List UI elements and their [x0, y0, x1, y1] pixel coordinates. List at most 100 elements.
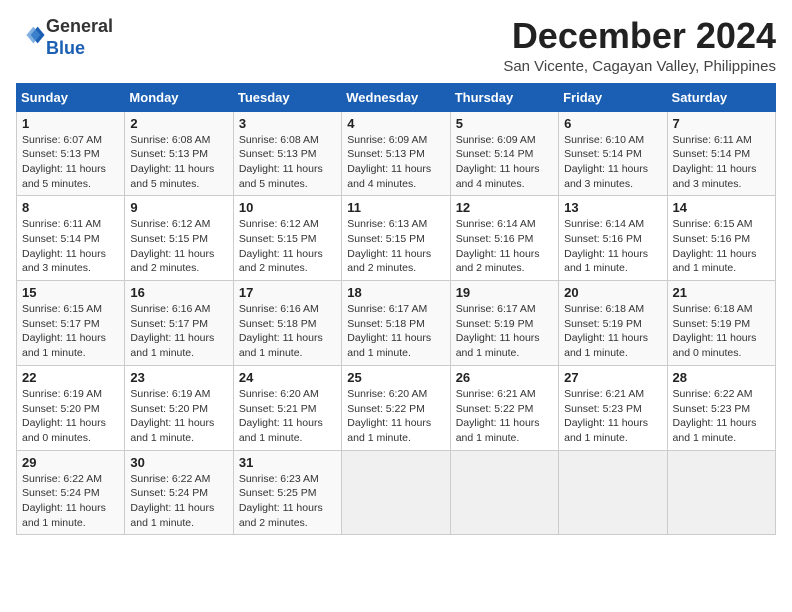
calendar-day-cell: 23 Sunrise: 6:19 AMSunset: 5:20 PMDayligh… [125, 365, 233, 450]
day-info: Sunrise: 6:16 AMSunset: 5:17 PMDaylight:… [130, 302, 227, 361]
day-number: 22 [22, 370, 119, 385]
day-number: 14 [673, 200, 770, 215]
day-info: Sunrise: 6:15 AMSunset: 5:16 PMDaylight:… [673, 217, 770, 276]
calendar-day-cell: 24 Sunrise: 6:20 AMSunset: 5:21 PMDayligh… [233, 365, 341, 450]
calendar-header-cell: Friday [559, 83, 667, 111]
day-info: Sunrise: 6:20 AMSunset: 5:22 PMDaylight:… [347, 387, 444, 446]
day-info: Sunrise: 6:22 AMSunset: 5:24 PMDaylight:… [22, 472, 119, 531]
calendar-day-cell: 29 Sunrise: 6:22 AMSunset: 5:24 PMDayligh… [17, 450, 125, 535]
calendar-day-cell: 28Sunrise: 6:22 AMSunset: 5:23 PMDayligh… [667, 365, 775, 450]
calendar-day-cell: 26 Sunrise: 6:21 AMSunset: 5:22 PMDayligh… [450, 365, 558, 450]
calendar-header-cell: Wednesday [342, 83, 450, 111]
day-info: Sunrise: 6:14 AMSunset: 5:16 PMDaylight:… [456, 217, 553, 276]
calendar-day-cell: 17 Sunrise: 6:16 AMSunset: 5:18 PMDayligh… [233, 281, 341, 366]
calendar-day-cell: 1Sunrise: 6:07 AMSunset: 5:13 PMDaylight… [17, 111, 125, 196]
day-info: Sunrise: 6:12 AMSunset: 5:15 PMDaylight:… [239, 217, 336, 276]
day-info: Sunrise: 6:08 AMSunset: 5:13 PMDaylight:… [130, 133, 227, 192]
calendar-day-cell: 22 Sunrise: 6:19 AMSunset: 5:20 PMDayligh… [17, 365, 125, 450]
calendar-header-row: SundayMondayTuesdayWednesdayThursdayFrid… [17, 83, 776, 111]
calendar-day-cell: 18 Sunrise: 6:17 AMSunset: 5:18 PMDayligh… [342, 281, 450, 366]
day-number: 25 [347, 370, 444, 385]
day-number: 4 [347, 116, 444, 131]
day-number: 28 [673, 370, 770, 385]
calendar-day-cell: 30 Sunrise: 6:22 AMSunset: 5:24 PMDayligh… [125, 450, 233, 535]
page-header: General Blue December 2024 San Vicente, … [16, 16, 776, 75]
day-info: Sunrise: 6:16 AMSunset: 5:18 PMDaylight:… [239, 302, 336, 361]
day-number: 24 [239, 370, 336, 385]
day-info: Sunrise: 6:17 AMSunset: 5:18 PMDaylight:… [347, 302, 444, 361]
calendar-week-row: 8Sunrise: 6:11 AMSunset: 5:14 PMDaylight… [17, 196, 776, 281]
day-info: Sunrise: 6:19 AMSunset: 5:20 PMDaylight:… [22, 387, 119, 446]
day-number: 23 [130, 370, 227, 385]
calendar-week-row: 22 Sunrise: 6:19 AMSunset: 5:20 PMDayligh… [17, 365, 776, 450]
month-title: December 2024 [503, 16, 776, 56]
calendar-day-cell: 12 Sunrise: 6:14 AMSunset: 5:16 PMDayligh… [450, 196, 558, 281]
calendar-week-row: 1Sunrise: 6:07 AMSunset: 5:13 PMDaylight… [17, 111, 776, 196]
calendar-day-cell [450, 450, 558, 535]
day-info: Sunrise: 6:18 AMSunset: 5:19 PMDaylight:… [673, 302, 770, 361]
logo-text: General Blue [46, 16, 113, 59]
title-block: December 2024 San Vicente, Cagayan Valle… [503, 16, 776, 75]
calendar-day-cell: 11 Sunrise: 6:13 AMSunset: 5:15 PMDayligh… [342, 196, 450, 281]
day-number: 17 [239, 285, 336, 300]
day-number: 31 [239, 455, 336, 470]
calendar-day-cell [342, 450, 450, 535]
calendar-day-cell: 8Sunrise: 6:11 AMSunset: 5:14 PMDaylight… [17, 196, 125, 281]
day-number: 8 [22, 200, 119, 215]
day-number: 18 [347, 285, 444, 300]
calendar-day-cell: 15Sunrise: 6:15 AMSunset: 5:17 PMDayligh… [17, 281, 125, 366]
day-info: Sunrise: 6:07 AMSunset: 5:13 PMDaylight:… [22, 133, 119, 192]
calendar-header-cell: Tuesday [233, 83, 341, 111]
day-number: 29 [22, 455, 119, 470]
calendar-header-cell: Thursday [450, 83, 558, 111]
calendar-table: SundayMondayTuesdayWednesdayThursdayFrid… [16, 83, 776, 536]
day-number: 12 [456, 200, 553, 215]
day-number: 10 [239, 200, 336, 215]
day-number: 9 [130, 200, 227, 215]
day-info: Sunrise: 6:17 AMSunset: 5:19 PMDaylight:… [456, 302, 553, 361]
calendar-day-cell: 14 Sunrise: 6:15 AMSunset: 5:16 PMDayligh… [667, 196, 775, 281]
day-info: Sunrise: 6:12 AMSunset: 5:15 PMDaylight:… [130, 217, 227, 276]
calendar-header-cell: Sunday [17, 83, 125, 111]
day-info: Sunrise: 6:09 AMSunset: 5:13 PMDaylight:… [347, 133, 444, 192]
day-info: Sunrise: 6:13 AMSunset: 5:15 PMDaylight:… [347, 217, 444, 276]
calendar-day-cell: 21 Sunrise: 6:18 AMSunset: 5:19 PMDayligh… [667, 281, 775, 366]
day-number: 27 [564, 370, 661, 385]
calendar-day-cell: 3Sunrise: 6:08 AMSunset: 5:13 PMDaylight… [233, 111, 341, 196]
calendar-header-cell: Saturday [667, 83, 775, 111]
day-info: Sunrise: 6:10 AMSunset: 5:14 PMDaylight:… [564, 133, 661, 192]
calendar-day-cell: 16Sunrise: 6:16 AMSunset: 5:17 PMDayligh… [125, 281, 233, 366]
day-info: Sunrise: 6:08 AMSunset: 5:13 PMDaylight:… [239, 133, 336, 192]
calendar-day-cell: 31Sunrise: 6:23 AMSunset: 5:25 PMDayligh… [233, 450, 341, 535]
calendar-day-cell: 5 Sunrise: 6:09 AMSunset: 5:14 PMDaylight… [450, 111, 558, 196]
day-number: 6 [564, 116, 661, 131]
calendar-header-cell: Monday [125, 83, 233, 111]
day-info: Sunrise: 6:19 AMSunset: 5:20 PMDaylight:… [130, 387, 227, 446]
day-number: 21 [673, 285, 770, 300]
day-number: 5 [456, 116, 553, 131]
day-info: Sunrise: 6:18 AMSunset: 5:19 PMDaylight:… [564, 302, 661, 361]
calendar-day-cell [559, 450, 667, 535]
day-info: Sunrise: 6:21 AMSunset: 5:22 PMDaylight:… [456, 387, 553, 446]
calendar-day-cell [667, 450, 775, 535]
logo-blue: Blue [46, 38, 113, 60]
day-number: 30 [130, 455, 227, 470]
day-info: Sunrise: 6:14 AMSunset: 5:16 PMDaylight:… [564, 217, 661, 276]
day-info: Sunrise: 6:11 AMSunset: 5:14 PMDaylight:… [673, 133, 770, 192]
day-number: 26 [456, 370, 553, 385]
calendar-day-cell: 10 Sunrise: 6:12 AMSunset: 5:15 PMDayligh… [233, 196, 341, 281]
logo-icon [18, 21, 46, 49]
calendar-week-row: 29 Sunrise: 6:22 AMSunset: 5:24 PMDayligh… [17, 450, 776, 535]
calendar-week-row: 15Sunrise: 6:15 AMSunset: 5:17 PMDayligh… [17, 281, 776, 366]
calendar-day-cell: 7Sunrise: 6:11 AMSunset: 5:14 PMDaylight… [667, 111, 775, 196]
day-info: Sunrise: 6:21 AMSunset: 5:23 PMDaylight:… [564, 387, 661, 446]
calendar-day-cell: 27 Sunrise: 6:21 AMSunset: 5:23 PMDayligh… [559, 365, 667, 450]
day-info: Sunrise: 6:22 AMSunset: 5:24 PMDaylight:… [130, 472, 227, 531]
day-info: Sunrise: 6:09 AMSunset: 5:14 PMDaylight:… [456, 133, 553, 192]
day-number: 2 [130, 116, 227, 131]
logo: General Blue [16, 16, 113, 59]
day-info: Sunrise: 6:20 AMSunset: 5:21 PMDaylight:… [239, 387, 336, 446]
calendar-day-cell: 19Sunrise: 6:17 AMSunset: 5:19 PMDayligh… [450, 281, 558, 366]
calendar-day-cell: 25 Sunrise: 6:20 AMSunset: 5:22 PMDayligh… [342, 365, 450, 450]
day-number: 11 [347, 200, 444, 215]
